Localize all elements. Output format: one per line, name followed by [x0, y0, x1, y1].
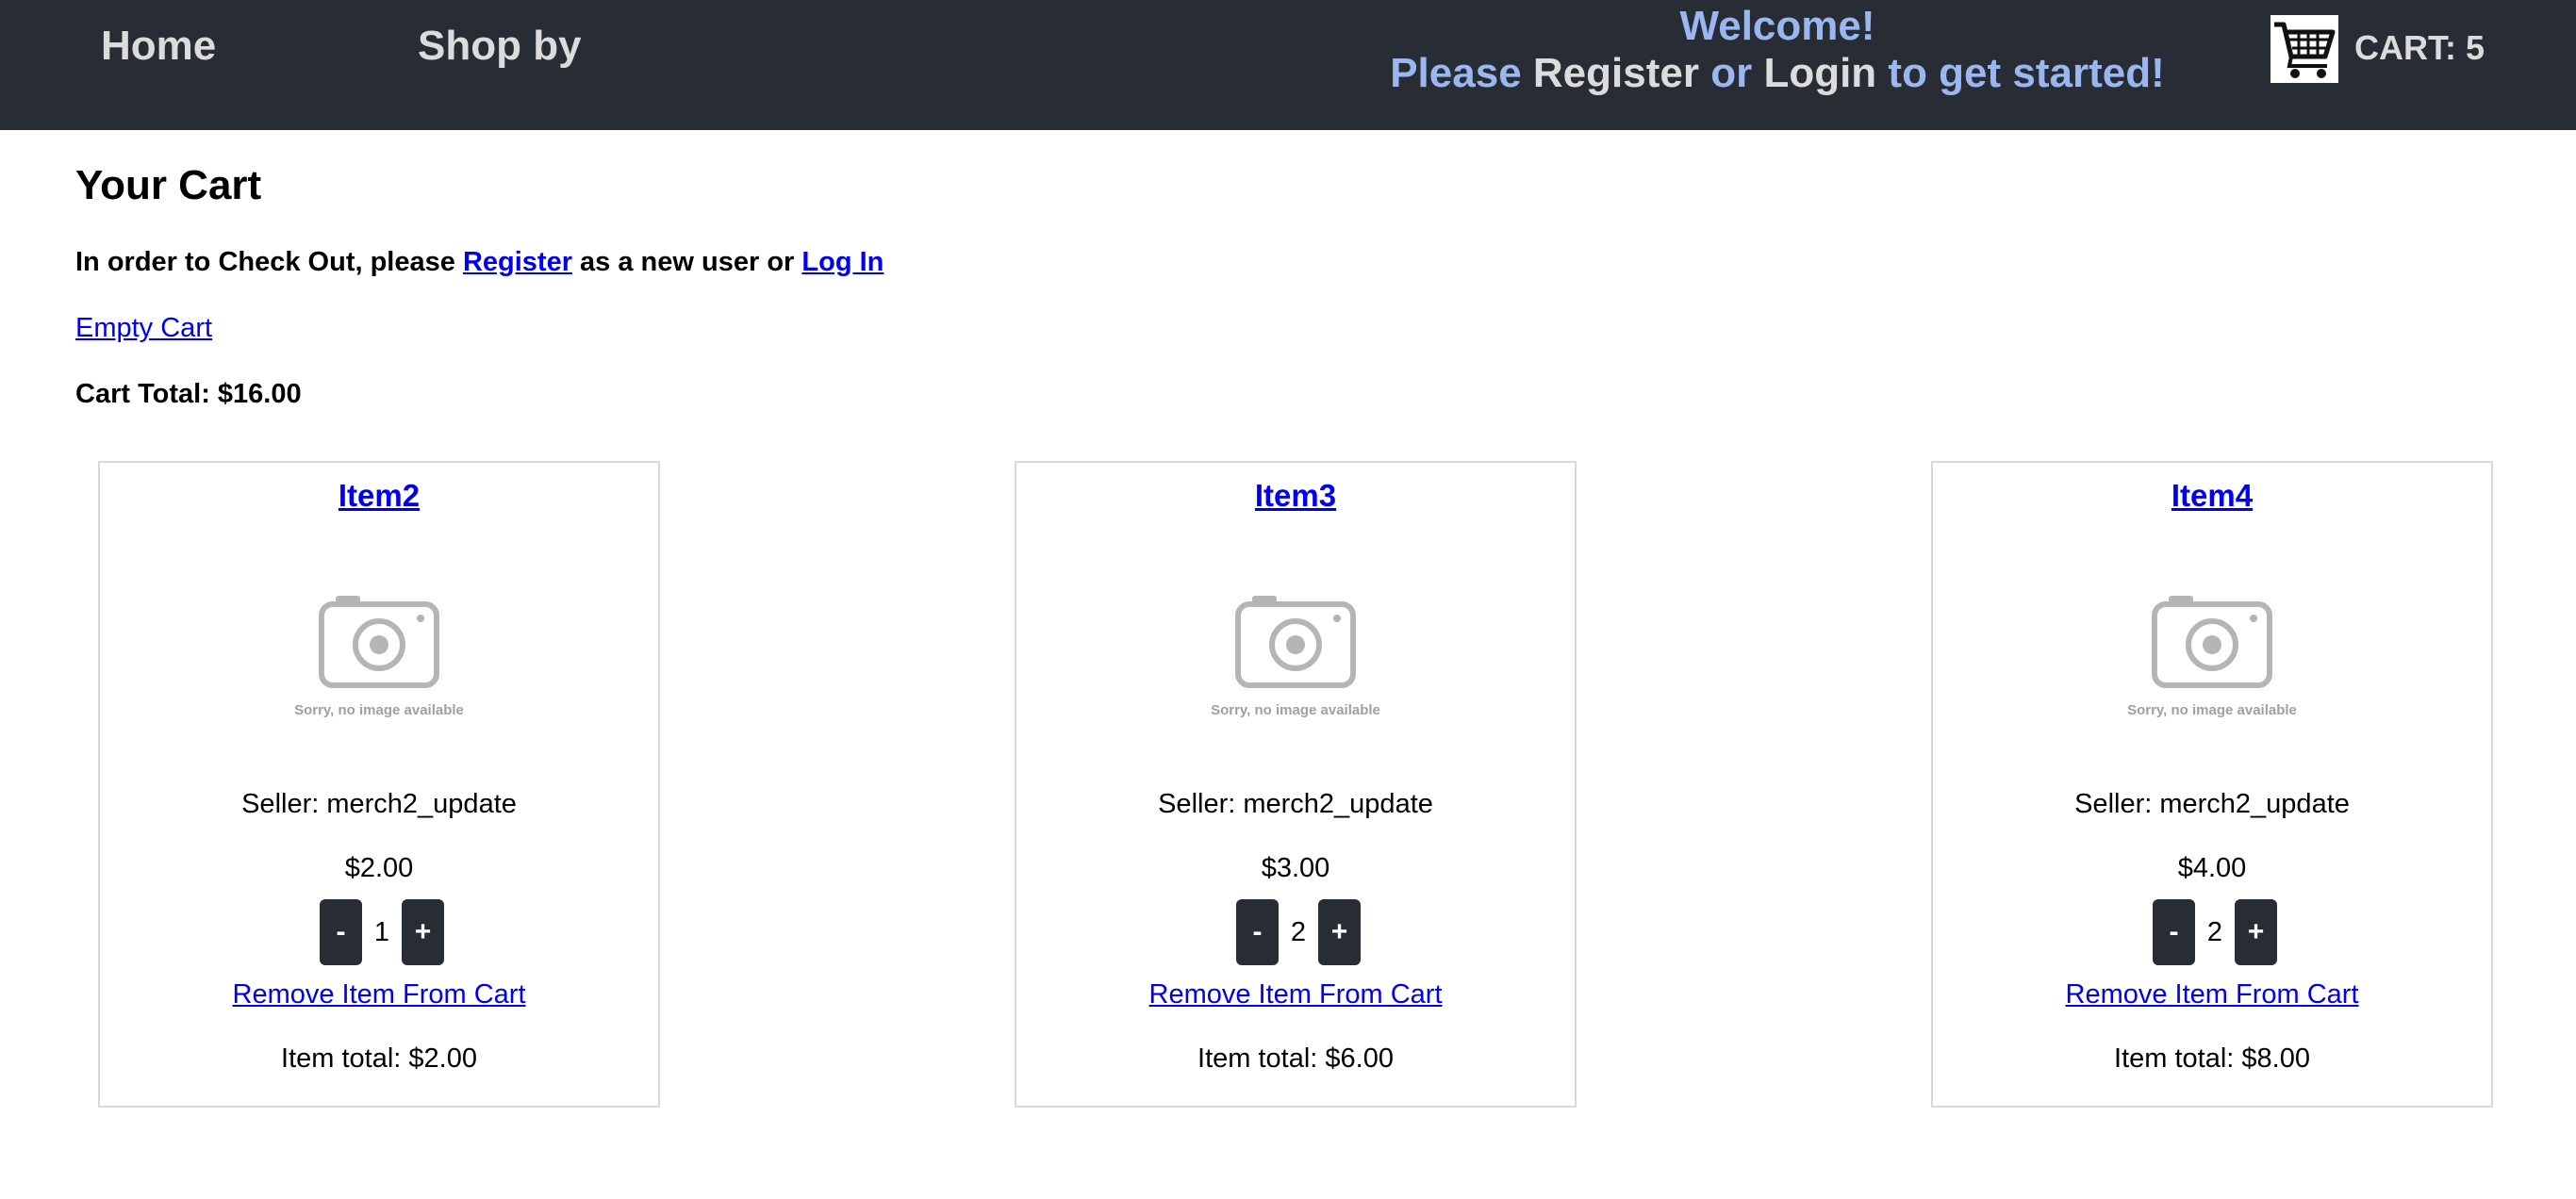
remove-item-link[interactable]: Remove Item From Cart — [100, 979, 658, 1010]
item-title-link[interactable]: Item2 — [100, 478, 658, 514]
item-seller: Seller: merch2_update — [1158, 789, 1433, 819]
item-seller: Seller: merch2_update — [241, 789, 517, 819]
remove-item-link[interactable]: Remove Item From Cart — [1933, 979, 2491, 1010]
nav-home-link[interactable]: Home — [101, 23, 216, 70]
cart-item-card: Item4 Sorry, no image available Seller: … — [1931, 461, 2493, 1108]
no-image-placeholder: Sorry, no image available — [277, 585, 485, 727]
item-total: Item total: $6.00 — [1197, 1043, 1394, 1074]
welcome-or: or — [1710, 50, 1753, 96]
quantity-stepper: - 1 + — [320, 899, 444, 965]
cart-total: Cart Total: $16.00 — [75, 379, 302, 409]
item-seller: Seller: merch2_update — [2074, 789, 2350, 819]
welcome-heading: Welcome! — [1679, 3, 1875, 49]
cart-item-card: Item2 Sorry, no image available Seller: … — [98, 461, 660, 1108]
item-total: Item total: $2.00 — [281, 1043, 477, 1074]
checkout-prefix: In order to Check Out, please — [75, 247, 455, 277]
item-price: $2.00 — [344, 853, 414, 883]
item-price: $3.00 — [1261, 853, 1330, 883]
nav-login-link[interactable]: Login — [1763, 50, 1876, 96]
camera-icon: Sorry, no image available — [1211, 596, 1380, 718]
nav-register-link[interactable]: Register — [1533, 50, 1699, 96]
item-total: Item total: $8.00 — [2114, 1043, 2310, 1074]
camera-icon: Sorry, no image available — [294, 596, 464, 718]
increase-quantity-button[interactable]: + — [1318, 899, 1361, 965]
no-image-placeholder: Sorry, no image available — [1194, 585, 1401, 727]
checkout-middle: as a new user or — [580, 247, 795, 277]
cart-count-label[interactable]: CART: 5 — [2354, 28, 2485, 68]
nav-shop-by-link[interactable]: Shop by — [418, 23, 582, 70]
decrease-quantity-button[interactable]: - — [1236, 899, 1279, 965]
quantity-value: 2 — [2195, 899, 2235, 965]
cart-icon[interactable] — [2271, 15, 2338, 83]
welcome-message: Welcome! Please Register or Login to get… — [1216, 0, 2338, 97]
no-image-caption: Sorry, no image available — [2127, 702, 2297, 718]
item-price: $4.00 — [2177, 853, 2247, 883]
empty-cart-link[interactable]: Empty Cart — [75, 313, 212, 344]
quantity-value: 2 — [1279, 899, 1318, 965]
no-image-placeholder: Sorry, no image available — [2110, 585, 2318, 727]
navbar: Home Shop by Welcome! Please Register or… — [0, 0, 2576, 130]
remove-item-link[interactable]: Remove Item From Cart — [1016, 979, 1575, 1010]
page-title: Your Cart — [75, 162, 262, 208]
checkout-message: In order to Check Out, please Register a… — [75, 247, 883, 278]
cart-item-card: Item3 Sorry, no image available Seller: … — [1015, 461, 1577, 1108]
increase-quantity-button[interactable]: + — [2235, 899, 2277, 965]
quantity-stepper: - 2 + — [2153, 899, 2277, 965]
decrease-quantity-button[interactable]: - — [320, 899, 362, 965]
no-image-caption: Sorry, no image available — [1211, 702, 1380, 718]
welcome-get-started: to get started! — [1888, 50, 2165, 96]
camera-icon: Sorry, no image available — [2127, 596, 2297, 718]
no-image-caption: Sorry, no image available — [294, 702, 464, 718]
item-title-link[interactable]: Item3 — [1016, 478, 1575, 514]
item-title-link[interactable]: Item4 — [1933, 478, 2491, 514]
increase-quantity-button[interactable]: + — [402, 899, 444, 965]
decrease-quantity-button[interactable]: - — [2153, 899, 2195, 965]
welcome-subline: Please Register or Login to get started! — [1216, 50, 2338, 97]
quantity-value: 1 — [362, 899, 402, 965]
checkout-login-link[interactable]: Log In — [801, 247, 883, 277]
checkout-register-link[interactable]: Register — [463, 247, 572, 277]
quantity-stepper: - 2 + — [1236, 899, 1361, 965]
welcome-please: Please — [1390, 50, 1522, 96]
